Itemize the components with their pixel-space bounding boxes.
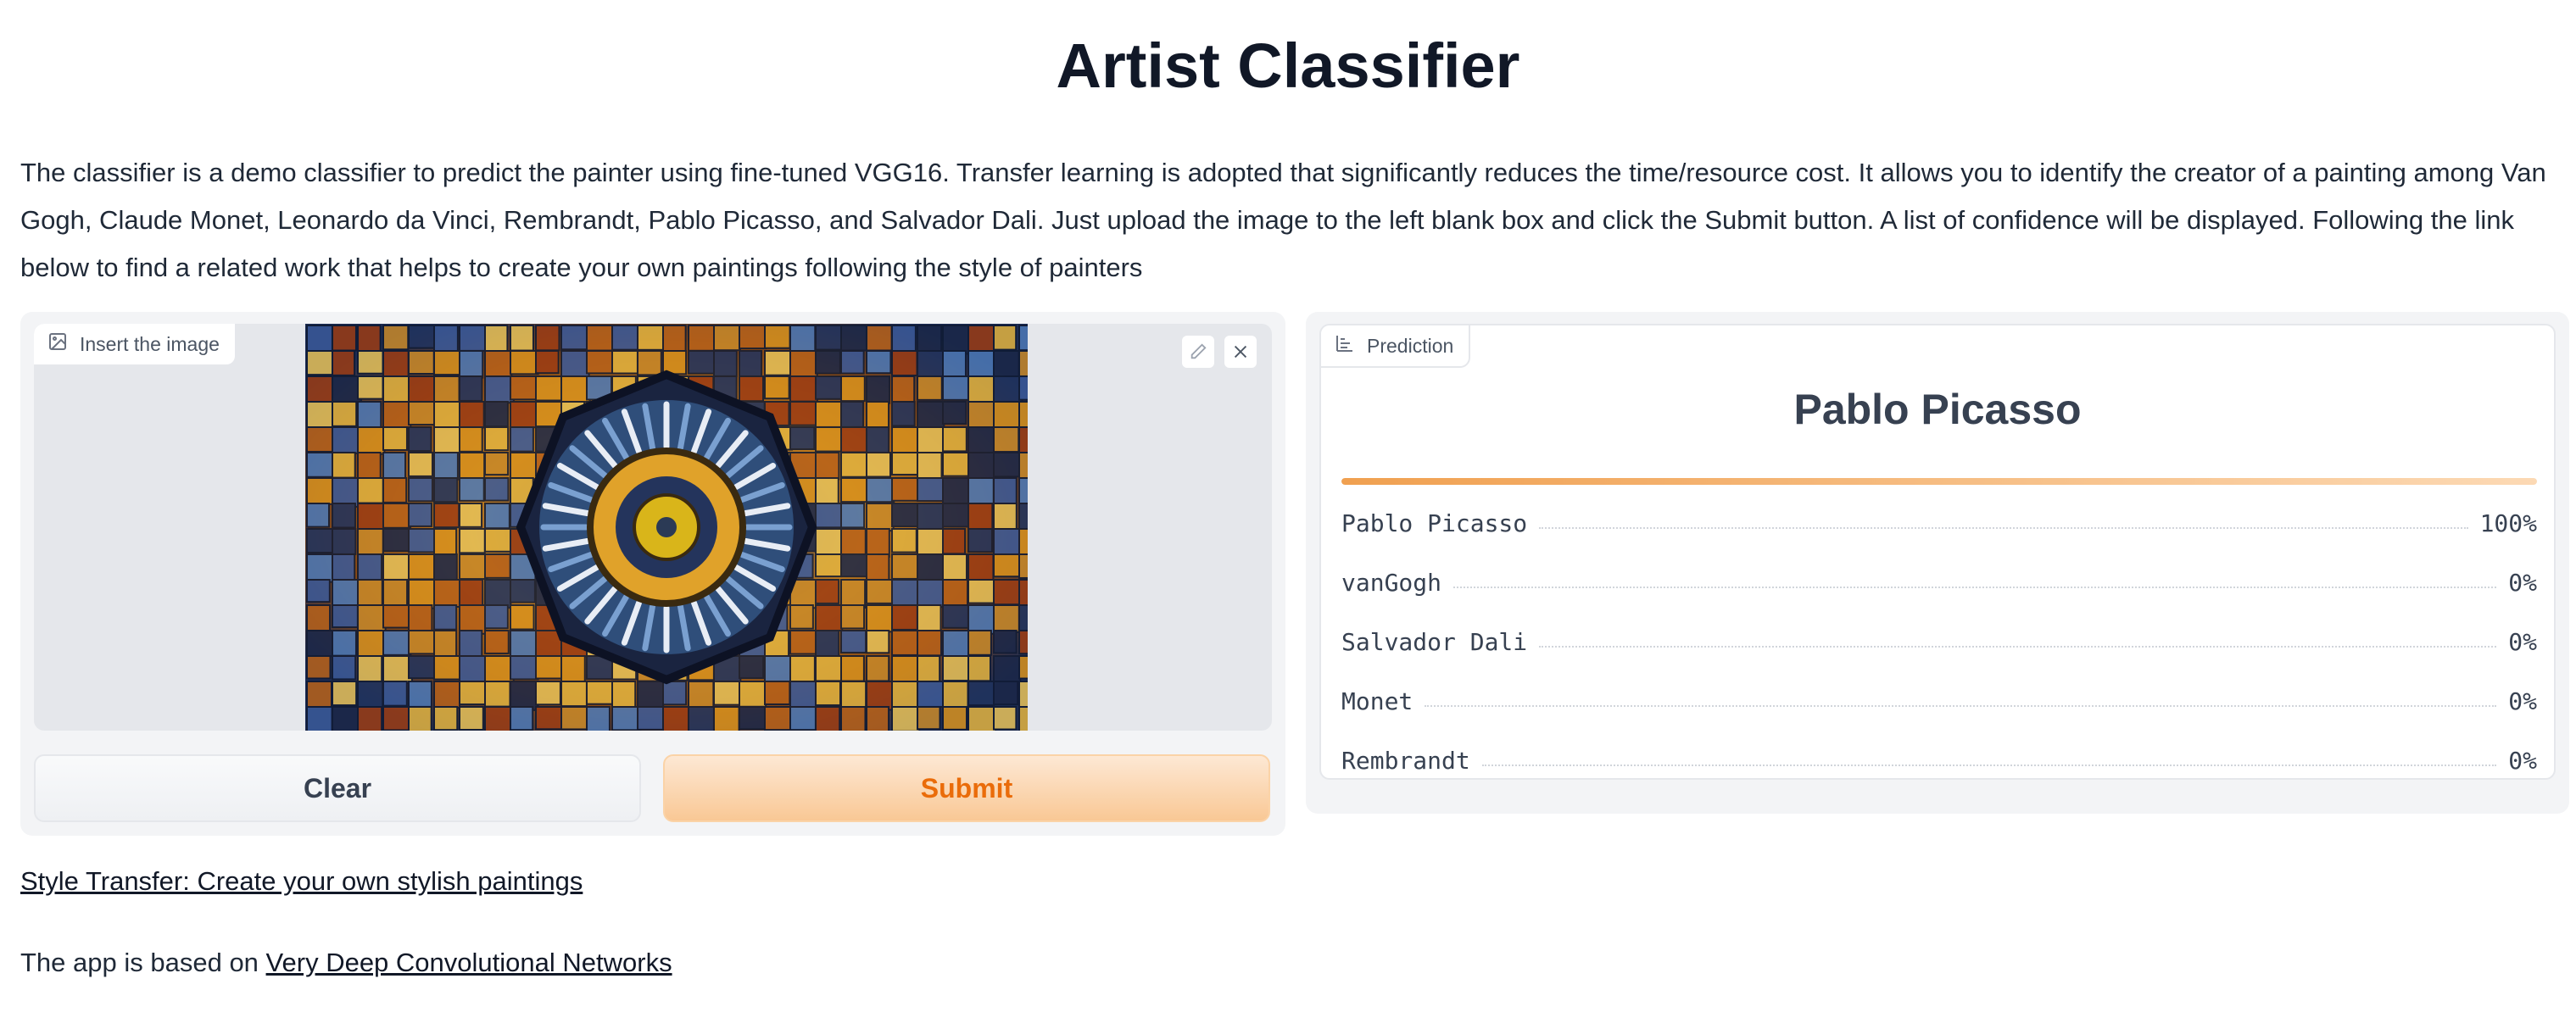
clear-button[interactable]: Clear xyxy=(34,754,641,822)
dotted-leader xyxy=(1539,527,2468,529)
confidence-value: 0% xyxy=(2508,627,2537,656)
confidence-label: Salvador Dali xyxy=(1341,627,1528,656)
bar-chart-icon xyxy=(1335,333,1355,359)
page-title: Artist Classifier xyxy=(1056,31,1520,101)
dotted-leader xyxy=(1481,765,2497,766)
footer-prefix: The app is based on xyxy=(20,948,266,977)
confidence-value: 0% xyxy=(2508,687,2537,715)
confidence-label: Monet xyxy=(1341,687,1413,715)
confidence-value: 0% xyxy=(2508,568,2537,597)
style-transfer-link[interactable]: Style Transfer: Create your own stylish … xyxy=(20,866,583,897)
image-tools xyxy=(1180,334,1258,370)
confidence-row[interactable]: Monet 0% xyxy=(1341,671,2537,731)
input-panel: Insert the image Clear Submit xyxy=(20,312,1285,836)
confidence-label: Rembrandt xyxy=(1341,746,1470,775)
close-icon[interactable] xyxy=(1223,334,1258,370)
vgg-paper-link[interactable]: Very Deep Convolutional Networks xyxy=(266,948,672,977)
image-upload-area[interactable]: Insert the image xyxy=(34,324,1272,731)
output-panel: Prediction Pablo Picasso Pablo Picasso 1… xyxy=(1306,312,2569,814)
confidence-list: Pablo Picasso 100% vanGogh 0% Salvador D… xyxy=(1341,493,2537,790)
dotted-leader xyxy=(1425,705,2497,707)
confidence-value: 0% xyxy=(2508,746,2537,775)
predicted-artist: Pablo Picasso xyxy=(1793,386,2082,433)
confidence-row[interactable]: vanGogh 0% xyxy=(1341,553,2537,612)
pencil-icon[interactable] xyxy=(1180,334,1216,370)
app-description: The classifier is a demo classifier to p… xyxy=(20,158,2546,282)
dotted-leader xyxy=(1453,587,2497,588)
confidence-row[interactable]: Rembrandt 0% xyxy=(1341,731,2537,790)
uploaded-painting-image xyxy=(305,324,1028,731)
confidence-label: vanGogh xyxy=(1341,568,1442,597)
confidence-bar-fill xyxy=(1341,478,2537,485)
confidence-row[interactable]: Pablo Picasso 100% xyxy=(1341,493,2537,553)
confidence-value: 100% xyxy=(2479,509,2537,537)
prediction-label-text: Prediction xyxy=(1367,334,1454,357)
image-input-label: Insert the image xyxy=(34,324,237,366)
prediction-label: Prediction xyxy=(1321,325,1471,368)
footer-text: The app is based on Very Deep Convolutio… xyxy=(20,948,672,978)
image-icon xyxy=(47,331,68,357)
dotted-leader xyxy=(1539,646,2497,648)
confidence-row[interactable]: Salvador Dali 0% xyxy=(1341,612,2537,671)
image-input-label-text: Insert the image xyxy=(80,332,220,355)
confidence-bar xyxy=(1341,478,2537,485)
confidence-label: Pablo Picasso xyxy=(1341,509,1528,537)
prediction-box: Prediction Pablo Picasso Pablo Picasso 1… xyxy=(1319,324,2556,780)
submit-button[interactable]: Submit xyxy=(663,754,1270,822)
